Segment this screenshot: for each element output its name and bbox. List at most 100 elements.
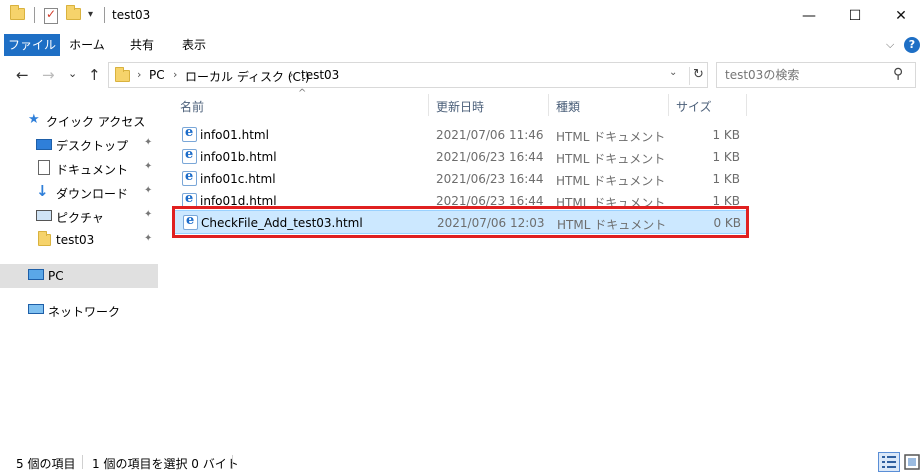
minimize-button[interactable]: — — [786, 0, 832, 32]
sidebar-item-label: ネットワーク — [48, 305, 121, 319]
file-type: HTML ドキュメント — [556, 152, 666, 166]
sort-ascending-icon: ^ — [298, 88, 307, 99]
column-type[interactable]: 種類 — [556, 98, 580, 115]
html-file-icon — [182, 125, 197, 142]
properties-icon[interactable] — [44, 7, 58, 24]
search-box[interactable]: ⚲ — [716, 62, 916, 88]
sidebar-item-downloads[interactable]: ↓ ダウンロード ✦ — [0, 180, 158, 204]
chevron-down-icon[interactable]: ⌵ — [886, 38, 894, 52]
sidebar-item-test03[interactable]: test03 ✦ — [0, 228, 158, 252]
file-name: info01b.html — [200, 150, 277, 164]
sidebar-item-desktop[interactable]: デスクトップ ✦ — [0, 132, 158, 156]
file-modified: 2021/07/06 11:46 — [436, 128, 544, 142]
sidebar-item-label: ピクチャ — [56, 211, 104, 225]
sidebar-item-label: test03 — [56, 233, 95, 247]
folder-icon — [10, 5, 25, 20]
column-divider[interactable] — [746, 94, 747, 116]
html-file-icon — [182, 147, 197, 164]
network-icon — [28, 304, 44, 314]
close-button[interactable]: ✕ — [878, 0, 924, 32]
document-icon — [38, 160, 50, 175]
pictures-icon — [36, 210, 52, 221]
file-type: HTML ドキュメント — [556, 174, 666, 188]
pin-icon[interactable]: ✦ — [144, 185, 152, 196]
address-dropdown-button[interactable]: ⌄ — [669, 67, 677, 78]
divider — [104, 7, 105, 23]
details-view-button[interactable] — [878, 452, 900, 472]
up-button[interactable]: ↑ — [88, 66, 101, 84]
pin-icon[interactable]: ✦ — [144, 209, 152, 220]
tab-share[interactable]: 共有 — [122, 34, 162, 56]
column-headers: ^ 名前 更新日時 種類 サイズ — [170, 88, 750, 118]
file-row[interactable]: info01.html 2021/07/06 11:46 HTML ドキュメント… — [174, 124, 748, 146]
download-icon: ↓ — [36, 182, 49, 200]
file-name: info01c.html — [200, 172, 276, 186]
file-row[interactable]: info01c.html 2021/06/23 16:44 HTML ドキュメン… — [174, 168, 748, 190]
details-view-icon — [882, 456, 896, 468]
back-button[interactable]: ← — [16, 66, 29, 84]
sidebar-item-label: デスクトップ — [56, 139, 129, 153]
divider — [232, 455, 233, 469]
tab-home[interactable]: ホーム — [66, 34, 108, 56]
desktop-icon — [36, 139, 52, 150]
search-input[interactable] — [717, 63, 887, 87]
file-type: HTML ドキュメント — [556, 130, 666, 144]
annotation-highlight-box — [172, 206, 749, 238]
folder-icon — [115, 67, 130, 82]
file-size: 1 KB — [712, 172, 740, 186]
breadcrumb-pc[interactable]: PC — [149, 68, 165, 82]
pc-icon — [28, 269, 44, 280]
status-item-count: 5 個の項目 — [16, 457, 76, 471]
file-modified: 2021/06/23 16:44 — [436, 172, 544, 186]
file-row[interactable]: info01b.html 2021/06/23 16:44 HTML ドキュメン… — [174, 146, 748, 168]
sidebar-item-quick-access[interactable]: ★ クイック アクセス — [0, 108, 158, 132]
star-icon: ★ — [28, 112, 40, 127]
large-icons-view-button[interactable] — [902, 452, 922, 472]
folder-icon — [38, 231, 54, 248]
maximize-button[interactable]: ☐ — [832, 0, 878, 32]
help-icon[interactable]: ? — [904, 37, 920, 53]
file-name: info01.html — [200, 128, 269, 142]
breadcrumb-separator: › — [173, 68, 178, 81]
breadcrumb-separator: › — [289, 68, 294, 81]
sidebar-item-label: ドキュメント — [56, 163, 129, 177]
column-divider[interactable] — [548, 94, 549, 116]
file-modified: 2021/06/23 16:44 — [436, 150, 544, 164]
sidebar-item-label: クイック アクセス — [46, 115, 146, 129]
recent-locations-button[interactable]: ⌄ — [68, 67, 77, 80]
navigation-pane: ★ クイック アクセス デスクトップ ✦ ドキュメント ✦ ↓ ダウンロード ✦… — [0, 92, 160, 442]
status-bar: 5 個の項目 1 個の項目を選択 0 バイト — [0, 452, 924, 474]
file-size: 1 KB — [712, 150, 740, 164]
address-bar[interactable]: › PC › ローカル ディスク (C:) › test03 ⌄ ↻ — [108, 62, 708, 88]
customize-quick-access-icon[interactable]: ▾ — [88, 9, 93, 20]
breadcrumb-separator: › — [137, 68, 142, 81]
new-folder-icon[interactable] — [66, 5, 81, 20]
sidebar-item-network[interactable]: ネットワーク — [0, 298, 158, 322]
sidebar-item-label: ダウンロード — [56, 187, 129, 201]
window-title: test03 — [112, 8, 151, 22]
tab-file[interactable]: ファイル — [4, 34, 60, 56]
pin-icon[interactable]: ✦ — [144, 161, 152, 172]
tab-view[interactable]: 表示 — [174, 34, 214, 56]
sidebar-item-pictures[interactable]: ピクチャ ✦ — [0, 204, 158, 228]
column-divider[interactable] — [668, 94, 669, 116]
sidebar-item-documents[interactable]: ドキュメント ✦ — [0, 156, 158, 180]
status-selection: 1 個の項目を選択 0 バイト — [92, 457, 239, 471]
column-divider[interactable] — [428, 94, 429, 116]
sidebar-item-label: PC — [48, 269, 64, 283]
sidebar-item-pc[interactable]: PC — [0, 264, 158, 288]
refresh-button[interactable]: ↻ — [689, 67, 707, 85]
breadcrumb-test03[interactable]: test03 — [301, 68, 339, 82]
column-size[interactable]: サイズ — [676, 98, 712, 115]
forward-button[interactable]: → — [42, 66, 55, 84]
navigation-bar: ← → ⌄ ↑ › PC › ローカル ディスク (C:) › test03 ⌄… — [0, 58, 924, 92]
column-name[interactable]: 名前 — [180, 98, 204, 115]
file-size: 1 KB — [712, 128, 740, 142]
pin-icon[interactable]: ✦ — [144, 233, 152, 244]
divider — [34, 7, 35, 23]
column-modified[interactable]: 更新日時 — [436, 98, 484, 115]
title-bar: ▾ test03 — ☐ ✕ — [0, 0, 924, 32]
search-icon[interactable]: ⚲ — [893, 66, 903, 82]
pin-icon[interactable]: ✦ — [144, 137, 152, 148]
ribbon-tabs: ファイル ホーム 共有 表示 ⌵ ? — [0, 32, 924, 58]
